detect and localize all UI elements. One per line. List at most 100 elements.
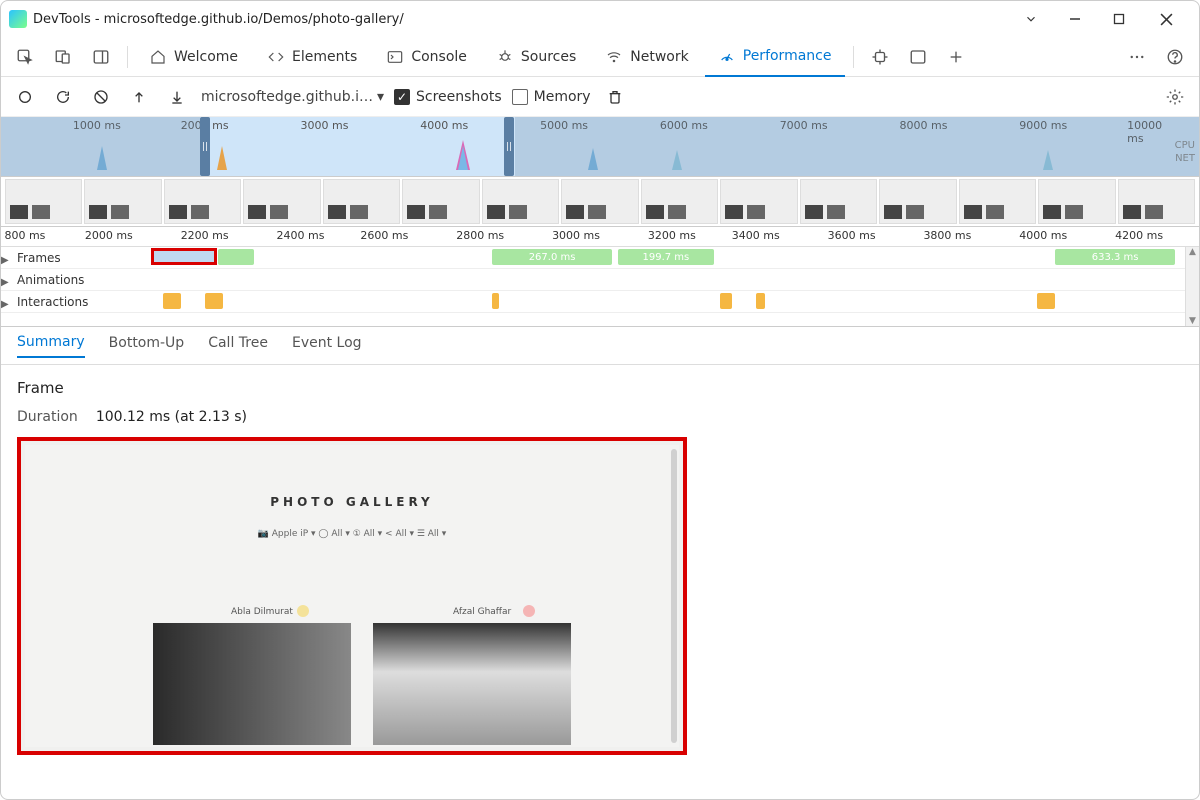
tab-label: Welcome — [174, 49, 238, 65]
tick: 2000 ms — [85, 229, 133, 242]
scroll-up-icon[interactable]: ▲ — [1186, 247, 1199, 257]
plus-icon[interactable] — [938, 39, 974, 75]
filmstrip-thumb[interactable] — [243, 179, 320, 224]
filmstrip-thumb[interactable] — [1118, 179, 1195, 224]
frame-segment[interactable] — [218, 249, 254, 265]
app-favicon — [9, 10, 27, 28]
close-button[interactable] — [1141, 4, 1191, 34]
maximize-button[interactable] — [1097, 4, 1141, 34]
clear-button[interactable] — [87, 83, 115, 111]
device-toggle-icon[interactable] — [45, 39, 81, 75]
help-icon[interactable] — [1157, 39, 1193, 75]
screenshots-checkbox[interactable]: ✓ Screenshots — [394, 89, 502, 105]
filmstrip-thumb[interactable] — [5, 179, 82, 224]
tab-welcome[interactable]: Welcome — [136, 37, 252, 77]
duration-value: 100.12 ms (at 2.13 s) — [96, 409, 247, 425]
filmstrip-thumb[interactable] — [959, 179, 1036, 224]
filmstrip-thumb[interactable] — [1038, 179, 1115, 224]
tick: 2400 ms — [277, 229, 325, 242]
filmstrip-thumb[interactable] — [800, 179, 877, 224]
filmstrip-thumb[interactable] — [879, 179, 956, 224]
dropdown-label: microsoftedge.github.i… — [201, 89, 373, 105]
selected-frame-highlight[interactable] — [151, 248, 217, 265]
download-button[interactable] — [163, 83, 191, 111]
tab-elements[interactable]: Elements — [254, 37, 371, 77]
tick: 3000 ms — [300, 119, 348, 132]
preview-photo-1 — [153, 623, 351, 745]
tab-performance[interactable]: Performance — [705, 37, 846, 77]
interaction-segment[interactable] — [756, 293, 766, 309]
filmstrip-thumb[interactable] — [402, 179, 479, 224]
trash-button[interactable] — [601, 83, 629, 111]
interaction-segment[interactable] — [163, 293, 181, 309]
more-icon[interactable] — [1119, 39, 1155, 75]
preview-scrollbar — [671, 449, 677, 743]
filmstrip-thumb[interactable] — [482, 179, 559, 224]
filmstrip-thumb[interactable] — [561, 179, 638, 224]
filmstrip-thumb[interactable] — [164, 179, 241, 224]
preview-caption-1: Abla Dilmurat — [231, 607, 293, 617]
frame-screenshot-preview: PHOTO GALLERY 📷 Apple iP ▾ ◯ All ▾ ① All… — [17, 437, 687, 755]
interaction-segment[interactable] — [205, 293, 223, 309]
memory-checkbox[interactable]: Memory — [512, 89, 591, 105]
tab-event-log[interactable]: Event Log — [292, 335, 362, 357]
chevron-down-icon[interactable] — [1009, 4, 1053, 34]
checkbox-checked-icon: ✓ — [394, 89, 410, 105]
tick: 4200 ms — [1115, 229, 1163, 242]
cpu-icon[interactable] — [862, 39, 898, 75]
tab-call-tree[interactable]: Call Tree — [208, 335, 268, 357]
tick: 3400 ms — [732, 229, 780, 242]
duration-label: Duration — [17, 409, 78, 425]
tool-tabs: Welcome Elements Console Sources Network… — [1, 37, 1199, 77]
preview-dot-2 — [523, 605, 535, 617]
tick: 3000 ms — [552, 229, 600, 242]
interaction-segment[interactable] — [1037, 293, 1055, 309]
overview-selection-end-handle[interactable]: || — [504, 117, 514, 176]
filmstrip-thumb[interactable] — [323, 179, 400, 224]
settings-gear-icon[interactable] — [1161, 83, 1189, 111]
tab-label: Performance — [743, 48, 832, 64]
frame-segment[interactable]: 633.3 ms — [1055, 249, 1175, 265]
window-title: DevTools - microsoftedge.github.io/Demos… — [33, 12, 404, 27]
timeline-main[interactable]: 800 ms 2000 ms 2200 ms 2400 ms 2600 ms 2… — [1, 227, 1199, 327]
wifi-icon — [606, 49, 622, 65]
tab-label: Network — [630, 49, 688, 65]
track-interactions[interactable]: ▶Interactions — [1, 291, 1199, 313]
overview-selection-start-handle[interactable]: || — [200, 117, 210, 176]
duration-row: Duration 100.12 ms (at 2.13 s) — [17, 409, 1183, 425]
inspect-icon[interactable] — [7, 39, 43, 75]
filmstrip-thumb[interactable] — [720, 179, 797, 224]
filmstrip-thumb[interactable] — [84, 179, 161, 224]
upload-button[interactable] — [125, 83, 153, 111]
recording-selector[interactable]: microsoftedge.github.i… ▾ — [201, 89, 384, 105]
expand-arrow-icon[interactable]: ▶ — [1, 255, 9, 266]
filmstrip-thumb[interactable] — [641, 179, 718, 224]
interaction-segment[interactable] — [492, 293, 499, 309]
timeline-vertical-scrollbar[interactable]: ▲ ▼ — [1185, 247, 1199, 326]
frame-segment[interactable]: 267.0 ms — [492, 249, 612, 265]
minimize-button[interactable] — [1053, 4, 1097, 34]
track-animations[interactable]: ▶Animations — [1, 269, 1199, 291]
frame-segment[interactable]: 199.7 ms — [618, 249, 714, 265]
expand-arrow-icon[interactable]: ▶ — [1, 277, 9, 288]
dock-side-icon[interactable] — [83, 39, 119, 75]
tab-network[interactable]: Network — [592, 37, 702, 77]
filmstrip[interactable] — [1, 177, 1199, 227]
tick: 4000 ms — [1019, 229, 1067, 242]
expand-arrow-icon[interactable]: ▶ — [1, 299, 9, 310]
timeline-overview[interactable]: 1000 ms 2000 ms 3000 ms 4000 ms 5000 ms … — [1, 117, 1199, 177]
tab-summary[interactable]: Summary — [17, 334, 85, 358]
scroll-down-icon[interactable]: ▼ — [1186, 316, 1199, 326]
checkbox-label: Memory — [534, 89, 591, 105]
interaction-segment[interactable] — [720, 293, 732, 309]
tab-bottom-up[interactable]: Bottom-Up — [109, 335, 185, 357]
timeline-ruler: 800 ms 2000 ms 2200 ms 2400 ms 2600 ms 2… — [1, 227, 1199, 247]
preview-photo-2 — [373, 623, 571, 745]
tab-console[interactable]: Console — [373, 37, 481, 77]
reload-button[interactable] — [49, 83, 77, 111]
checkbox-label: Screenshots — [416, 89, 502, 105]
record-button[interactable] — [11, 83, 39, 111]
panel-icon[interactable] — [900, 39, 936, 75]
track-frames[interactable]: ▶Frames 267.0 ms 199.7 ms 633.3 ms — [1, 247, 1199, 269]
tab-sources[interactable]: Sources — [483, 37, 590, 77]
